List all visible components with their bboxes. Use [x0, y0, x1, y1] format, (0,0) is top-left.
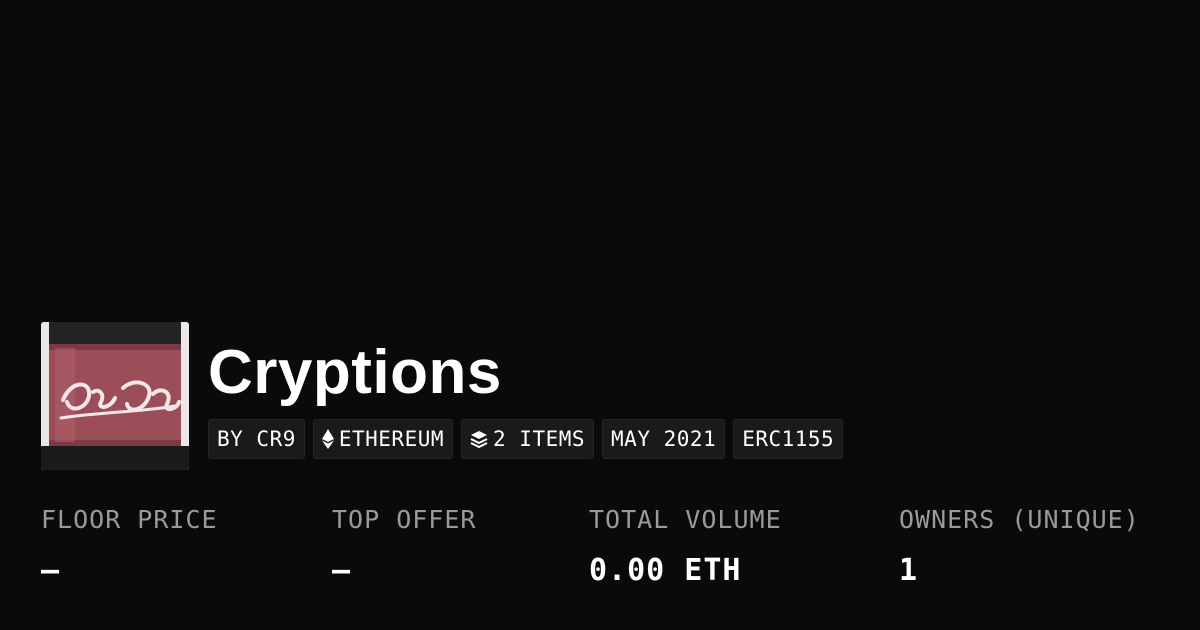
top-offer-label: TOP OFFER [332, 505, 477, 534]
chain-tag[interactable]: ETHEREUM [312, 419, 454, 459]
total-volume-stat: TOTAL VOLUME 0.00 ETH [589, 505, 782, 589]
items-tag[interactable]: 2 ITEMS [461, 419, 595, 459]
collection-header: Cryptions BY CR9 ETHEREUM 2 ITEMS MAY 20… [41, 322, 844, 470]
collection-header-text: Cryptions BY CR9 ETHEREUM 2 ITEMS MAY 20… [208, 322, 844, 459]
floor-price-stat: FLOOR PRICE – [41, 505, 218, 589]
items-tag-label: 2 ITEMS [493, 427, 586, 451]
top-offer-stat: TOP OFFER – [332, 505, 476, 589]
collection-thumbnail [41, 322, 189, 470]
top-offer-value: – [332, 553, 352, 588]
chain-tag-label: ETHEREUM [338, 427, 445, 451]
total-volume-value: 0.00 ETH [589, 553, 742, 588]
total-volume-label: TOTAL VOLUME [589, 505, 782, 534]
collection-tags: BY CR9 ETHEREUM 2 ITEMS MAY 2021 ERC1155 [208, 419, 844, 459]
creator-tag[interactable]: BY CR9 [208, 419, 305, 459]
standard-tag-label: ERC1155 [742, 427, 835, 451]
owners-value: 1 [899, 553, 919, 588]
layers-icon [470, 430, 488, 448]
collection-title: Cryptions [208, 338, 502, 407]
coca-cola-bottle-image [41, 322, 189, 470]
collection-stats: FLOOR PRICE – TOP OFFER – TOTAL VOLUME 0… [0, 505, 1200, 605]
ethereum-icon [321, 429, 334, 449]
floor-price-label: FLOOR PRICE [41, 505, 218, 534]
owners-stat: OWNERS (UNIQUE) 1 [899, 505, 1140, 589]
floor-price-value: – [41, 553, 61, 588]
owners-label: OWNERS (UNIQUE) [899, 505, 1140, 534]
date-tag-label: MAY 2021 [611, 427, 717, 451]
date-tag: MAY 2021 [602, 419, 726, 459]
creator-tag-label: BY CR9 [217, 427, 296, 451]
standard-tag: ERC1155 [733, 419, 844, 459]
